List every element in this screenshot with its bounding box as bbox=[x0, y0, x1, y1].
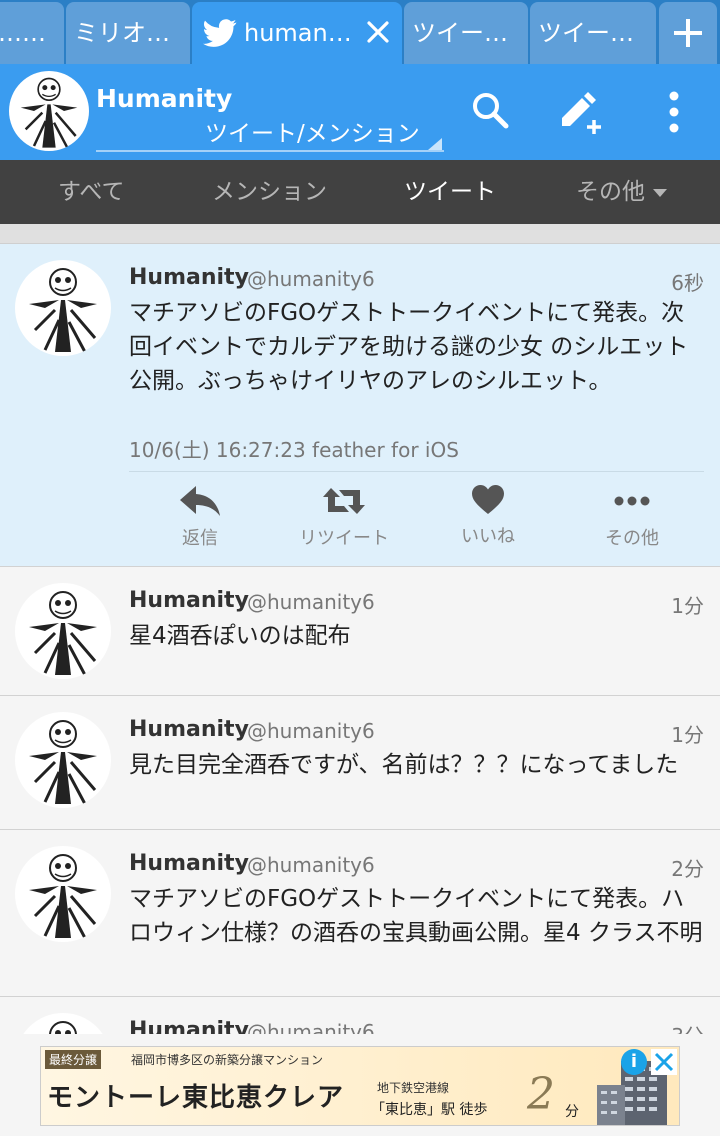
tab-4-label: ツイート… bbox=[412, 19, 528, 47]
avatar-jack-icon bbox=[49, 1021, 77, 1034]
tweet-time: 1分 bbox=[671, 594, 704, 618]
tweet-item[interactable]: Humanity @humanity6 1分 星4酒呑ぽいのは配布 bbox=[0, 567, 720, 696]
tweet-time: 1分 bbox=[671, 723, 704, 747]
filter-tab-all-label: すべて bbox=[58, 179, 125, 205]
tweet-text: 見た目完全酒呑ですが、名前は？？？になってました bbox=[129, 752, 679, 778]
compose-icon[interactable] bbox=[558, 90, 606, 134]
tab-active[interactable]: humanity6 bbox=[192, 2, 402, 64]
avatar[interactable] bbox=[15, 712, 111, 808]
ad-info-icon[interactable]: i bbox=[621, 1049, 647, 1075]
add-tab-button[interactable] bbox=[659, 2, 717, 64]
ad-minutes: 2 bbox=[527, 1069, 555, 1120]
tab-1-label: …の… bbox=[0, 19, 64, 47]
tweet-author-name[interactable]: Humanity bbox=[129, 265, 249, 290]
like-button[interactable]: いいね bbox=[423, 484, 553, 548]
more-vert-icon[interactable] bbox=[664, 90, 684, 134]
retweet-icon bbox=[323, 488, 365, 514]
account-name: Humanity bbox=[96, 84, 233, 113]
tweet-feed[interactable]: Humanity @humanity6 6秒 マチアソビのFGOゲストトークイベ… bbox=[0, 244, 720, 1034]
tweet-time: 2分 bbox=[671, 857, 704, 881]
filter-tab-mentions-label: メンション bbox=[212, 179, 327, 205]
tweet-item-selected[interactable]: Humanity @humanity6 6秒 マチアソビのFGOゲストトークイベ… bbox=[0, 244, 720, 567]
retweet-button[interactable]: リツイート bbox=[279, 484, 409, 550]
tweet-text: 星4酒呑ぽいのは配布 bbox=[129, 623, 351, 649]
filter-tab-all[interactable]: すべて bbox=[58, 160, 124, 224]
tweet-text: マチアソビのFGOゲストトークイベントにて発表。次回イベントでカルデアを助ける謎… bbox=[129, 300, 689, 394]
ad-tag: 最終分譲 bbox=[45, 1050, 102, 1069]
filter-tab-tweets-label: ツイート bbox=[404, 179, 496, 205]
more-label: その他 bbox=[605, 528, 659, 549]
tweet-meta: 10/6(土) 16:27:23 feather for iOS bbox=[129, 438, 459, 462]
avatar-jack-icon bbox=[29, 591, 97, 676]
dropdown-corner-icon bbox=[428, 138, 442, 150]
account-avatar[interactable] bbox=[9, 71, 89, 151]
avatar[interactable] bbox=[15, 583, 111, 679]
avatar-jack-icon bbox=[29, 268, 97, 353]
avatar[interactable] bbox=[15, 846, 111, 942]
reply-button[interactable]: 返信 bbox=[135, 484, 265, 550]
ad-title: モントーレ東比恵クレア bbox=[47, 1083, 345, 1113]
view-selector[interactable]: ツイート/メンション bbox=[205, 114, 420, 148]
like-label: いいね bbox=[461, 526, 515, 547]
close-tab-icon[interactable] bbox=[364, 18, 392, 46]
tweet-time: 6秒 bbox=[671, 271, 704, 295]
ad-line2: 「東比恵」駅 徒歩 bbox=[371, 1102, 488, 1118]
filter-tab-tweets[interactable]: ツイート bbox=[404, 160, 496, 224]
tab-active-label: humanity6 bbox=[244, 19, 374, 47]
ad-minutes-unit: 分 bbox=[565, 1104, 579, 1120]
tab-5-label: ツイート… bbox=[538, 19, 656, 47]
more-options-button[interactable]: その他 bbox=[567, 484, 697, 550]
ad-banner[interactable]: 最終分譲 福岡市博多区の新築分譲マンション モントーレ東比恵クレア 地下鉄空港線… bbox=[40, 1046, 680, 1126]
tweet-item[interactable]: Humanity @humanity6 3分 bbox=[0, 997, 720, 1034]
more-horiz-icon bbox=[614, 496, 650, 506]
ad-line1: 地下鉄空港線 bbox=[377, 1081, 450, 1095]
tab-1[interactable]: …の… bbox=[0, 2, 64, 64]
tweet-time: 3分 bbox=[671, 1020, 704, 1034]
chevron-down-icon bbox=[653, 188, 667, 197]
tweet-author-name[interactable]: Humanity bbox=[129, 717, 249, 742]
filter-tab-mentions[interactable]: メンション bbox=[212, 160, 327, 224]
avatar[interactable] bbox=[15, 1013, 111, 1034]
feed-top-gap bbox=[0, 224, 720, 244]
filter-tab-bar: すべて メンション ツイート その他 bbox=[0, 160, 720, 224]
tweet-author-name[interactable]: Humanity bbox=[129, 1018, 249, 1034]
view-selector-underline bbox=[96, 150, 444, 152]
filter-tab-other[interactable]: その他 bbox=[576, 160, 667, 224]
avatar-jack-icon bbox=[29, 720, 97, 805]
ad-zone: 最終分譲 福岡市博多区の新築分譲マンション モントーレ東比恵クレア 地下鉄空港線… bbox=[0, 1034, 720, 1136]
ad-close-icon[interactable] bbox=[651, 1049, 677, 1075]
tab-strip: …の… ミリオン… humanity6 ツイート… ツイート… bbox=[0, 0, 720, 64]
plus-icon bbox=[674, 19, 702, 47]
tweet-author-handle[interactable]: @humanity6 bbox=[247, 1020, 375, 1034]
reply-icon bbox=[180, 486, 220, 516]
avatar-jack-icon bbox=[29, 854, 97, 939]
tweet-text: マチアソビのFGOゲストトークイベントにて発表。ハロウィン仕様？の酒呑の宝具動画… bbox=[129, 886, 703, 946]
tweet-author-handle[interactable]: @humanity6 bbox=[247, 267, 375, 291]
avatar[interactable] bbox=[15, 260, 111, 356]
tweet-author-handle[interactable]: @humanity6 bbox=[247, 590, 375, 614]
heart-icon bbox=[472, 485, 504, 514]
tab-5[interactable]: ツイート… bbox=[530, 2, 656, 64]
action-divider bbox=[129, 471, 704, 472]
reply-label: 返信 bbox=[182, 528, 218, 549]
tab-2[interactable]: ミリオン… bbox=[66, 2, 190, 64]
twitter-bird-icon bbox=[203, 19, 237, 47]
tweet-author-name[interactable]: Humanity bbox=[129, 588, 249, 613]
tab-4[interactable]: ツイート… bbox=[404, 2, 528, 64]
tab-2-label: ミリオン… bbox=[74, 19, 190, 47]
avatar-jack-icon bbox=[20, 77, 78, 149]
account-header: Humanity ツイート/メンション bbox=[0, 64, 720, 160]
filter-tab-other-label: その他 bbox=[576, 179, 645, 205]
tweet-author-handle[interactable]: @humanity6 bbox=[247, 853, 375, 877]
tweet-item[interactable]: Humanity @humanity6 1分 見た目完全酒呑ですが、名前は？？？… bbox=[0, 696, 720, 830]
tweet-author-name[interactable]: Humanity bbox=[129, 851, 249, 876]
ad-lead-text: 福岡市博多区の新築分譲マンション bbox=[131, 1053, 324, 1067]
tweet-author-handle[interactable]: @humanity6 bbox=[247, 719, 375, 743]
tweet-item[interactable]: Humanity @humanity6 2分 マチアソビのFGOゲストトークイベ… bbox=[0, 830, 720, 997]
retweet-label: リツイート bbox=[299, 528, 389, 549]
search-icon[interactable] bbox=[470, 90, 510, 130]
